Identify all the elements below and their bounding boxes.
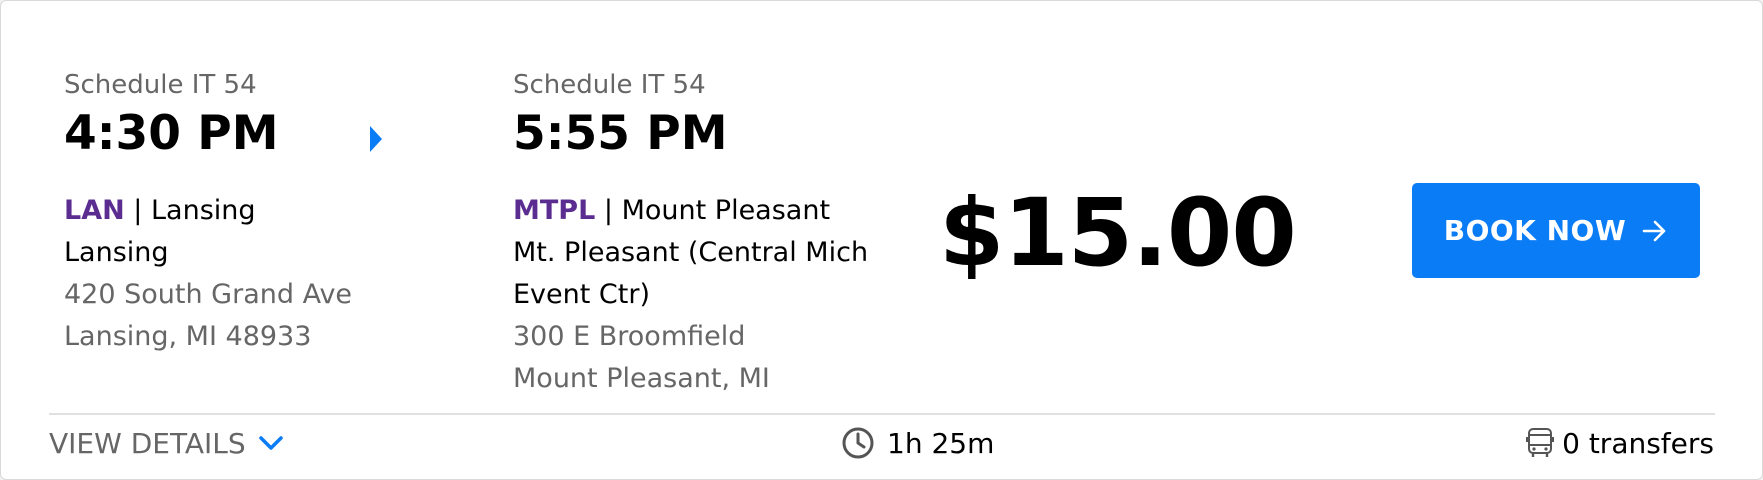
trip-transfers: 0 transfers <box>1526 419 1714 467</box>
arrow-right-icon <box>1642 220 1668 242</box>
arrival-station-code: MTPL <box>513 195 596 226</box>
arrival-station-name: Mount Pleasant <box>621 195 831 226</box>
departure-station: LAN | Lansing Lansing 420 South Grand Av… <box>64 190 352 358</box>
arrival-station: MTPL | Mount Pleasant Mt. Pleasant (Cent… <box>513 190 868 400</box>
trip-card: Schedule IT 54 4:30 PM LAN | Lansing Lan… <box>0 0 1763 480</box>
view-details-toggle[interactable]: VIEW DETAILS <box>49 419 284 467</box>
footer-divider <box>49 413 1715 415</box>
departure-address-line2: Lansing, MI 48933 <box>64 321 312 352</box>
book-now-button[interactable]: BOOK NOW <box>1412 183 1700 278</box>
arrival-address-line1: 300 E Broomfield <box>513 321 746 352</box>
clock-icon <box>841 426 875 460</box>
duration-text: 1h 25m <box>887 426 995 460</box>
arrival-location-line2: Event Ctr) <box>513 279 651 310</box>
departure-schedule: Schedule IT 54 <box>64 70 257 100</box>
departure-address-line1: 420 South Grand Ave <box>64 279 353 310</box>
departure-station-name: Lansing <box>151 195 256 226</box>
bus-icon <box>1526 427 1555 459</box>
arrival-separator: | <box>603 195 613 226</box>
arrival-time: 5:55 PM <box>513 106 728 161</box>
arrival-column: Schedule IT 54 5:55 PM MTPL | Mount Plea… <box>513 68 868 400</box>
departure-column: Schedule IT 54 4:30 PM LAN | Lansing Lan… <box>64 68 352 358</box>
view-details-label: VIEW DETAILS <box>49 426 246 460</box>
departure-separator: | <box>133 195 143 226</box>
chevron-down-icon <box>258 435 284 451</box>
direction-arrow-icon <box>370 126 382 152</box>
book-now-label: BOOK NOW <box>1443 214 1627 247</box>
transfers-text: 0 transfers <box>1562 426 1714 460</box>
arrival-location-line1: Mt. Pleasant (Central Mich <box>513 237 869 268</box>
departure-time: 4:30 PM <box>64 106 279 161</box>
trip-duration: 1h 25m <box>841 419 994 467</box>
arrival-schedule: Schedule IT 54 <box>513 70 706 100</box>
trip-price: $15.00 <box>939 179 1297 288</box>
departure-location: Lansing <box>64 237 169 268</box>
departure-station-code: LAN <box>64 195 125 226</box>
arrival-address-line2: Mount Pleasant, MI <box>513 363 770 394</box>
